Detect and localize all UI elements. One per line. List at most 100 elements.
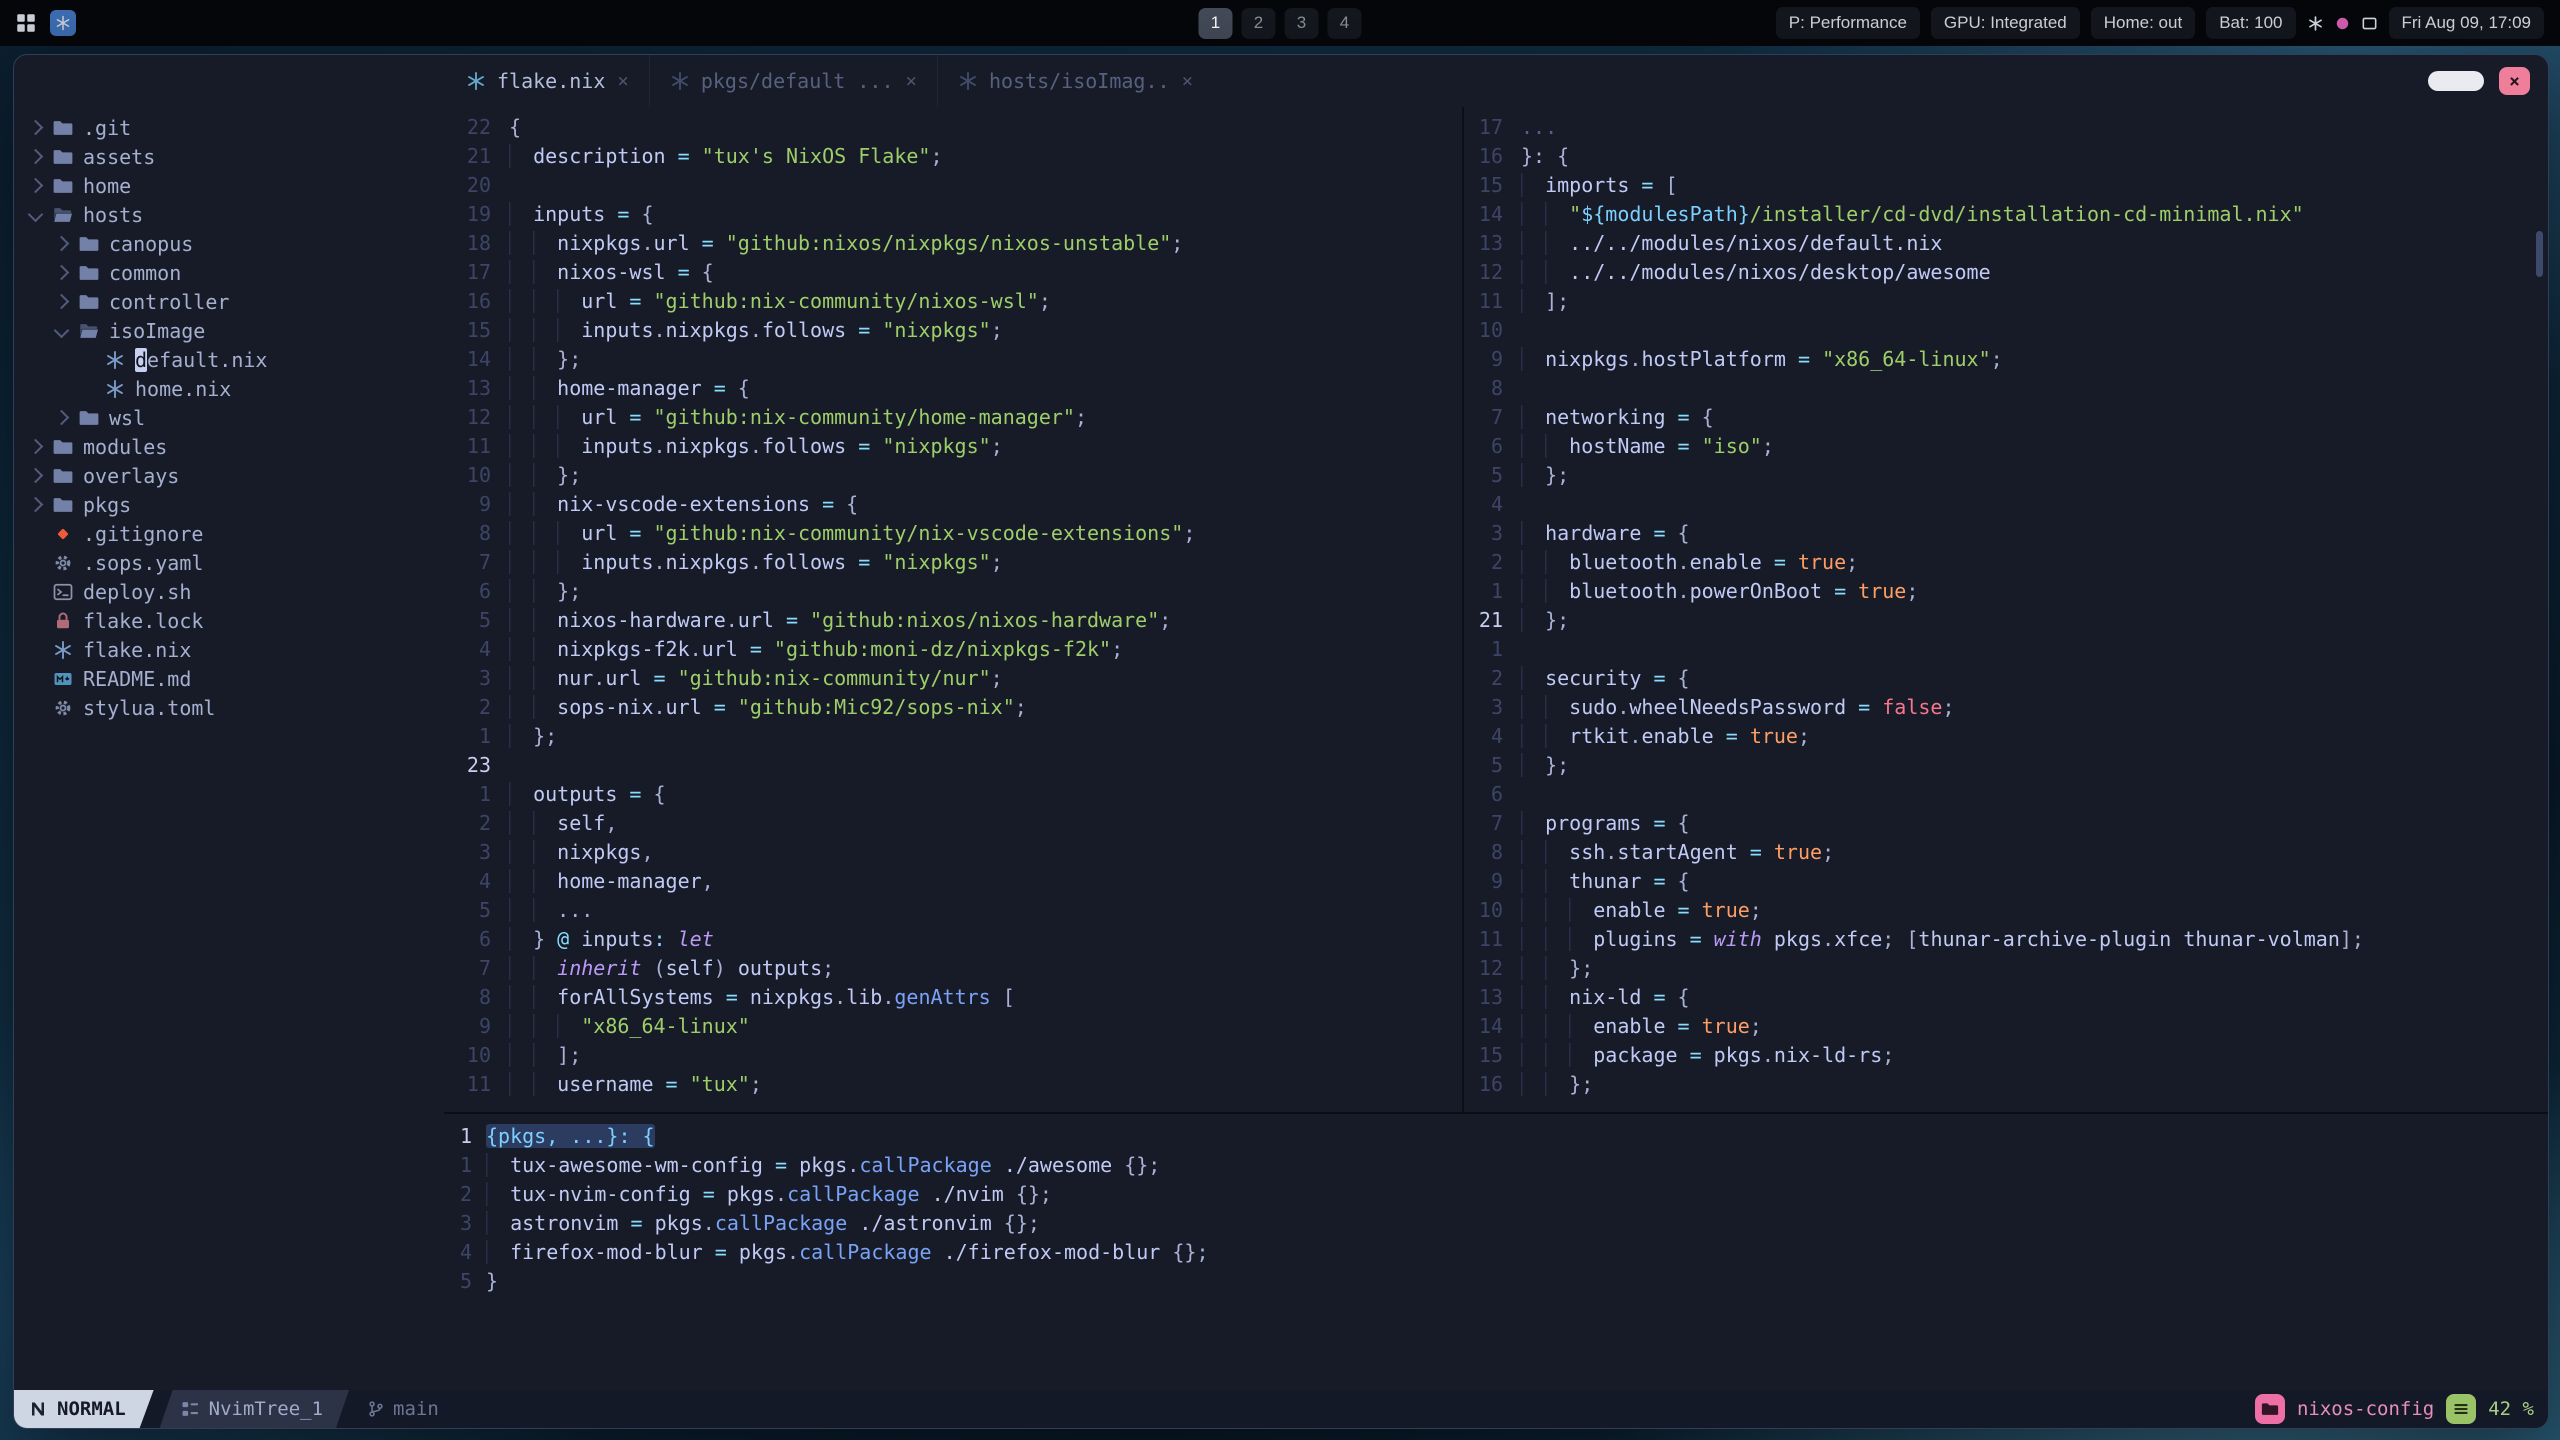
- code-line[interactable]: 19 inputs = {: [444, 200, 1462, 229]
- code-line[interactable]: 9 nix-vscode-extensions = {: [444, 490, 1462, 519]
- code-line[interactable]: 1 bluetooth.powerOnBoot = true;: [1464, 577, 2548, 606]
- code-line[interactable]: 7 inherit (self) outputs;: [444, 954, 1462, 983]
- code-line[interactable]: 5 };: [1464, 751, 2548, 780]
- editor-pane-iso-image[interactable]: 17... 16}: {15 imports = [14 "${modulesPa…: [1464, 107, 2548, 1112]
- code-line[interactable]: 13 home-manager = {: [444, 374, 1462, 403]
- tree-item-.git[interactable]: .git: [14, 113, 444, 142]
- code-line[interactable]: 16 url = "github:nix-community/nixos-wsl…: [444, 287, 1462, 316]
- code-line[interactable]: 2 sops-nix.url = "github:Mic92/sops-nix"…: [444, 693, 1462, 722]
- code-line[interactable]: 3 hardware = {: [1464, 519, 2548, 548]
- code-line[interactable]: 4 home-manager,: [444, 867, 1462, 896]
- code-line[interactable]: 3 sudo.wheelNeedsPassword = false;: [1464, 693, 2548, 722]
- code-line[interactable]: 14 enable = true;: [1464, 1012, 2548, 1041]
- code-line[interactable]: 16}: {: [1464, 142, 2548, 171]
- code-line[interactable]: 7 inputs.nixpkgs.follows = "nixpkgs";: [444, 548, 1462, 577]
- tree-item-.gitignore[interactable]: .gitignore: [14, 519, 444, 548]
- code-line[interactable]: 1 };: [444, 722, 1462, 751]
- tree-item-isoImage[interactable]: isoImage: [14, 316, 444, 345]
- code-line[interactable]: 17 nixos-wsl = {: [444, 258, 1462, 287]
- tree-item-canopus[interactable]: canopus: [14, 229, 444, 258]
- file-explorer[interactable]: .git assets home hosts canopus common controll…: [14, 107, 444, 1390]
- tree-item-home[interactable]: home: [14, 171, 444, 200]
- tree-item-README.md[interactable]: README.md: [14, 664, 444, 693]
- tree-item-home.nix[interactable]: home.nix: [14, 374, 444, 403]
- code-line[interactable]: 10 ];: [444, 1041, 1462, 1070]
- tree-item-wsl[interactable]: wsl: [14, 403, 444, 432]
- tab-close-icon[interactable]: ×: [905, 70, 916, 92]
- workspace-button-3[interactable]: 3: [1284, 7, 1319, 39]
- tree-item-flake.lock[interactable]: flake.lock: [14, 606, 444, 635]
- tab-close-icon[interactable]: ×: [617, 70, 628, 92]
- editor-pane-pkgs-default[interactable]: 1 {pkgs, ...}: {1 tux-awesome-wm-config =…: [444, 1112, 2548, 1390]
- code-line[interactable]: 5 ...: [444, 896, 1462, 925]
- fan-icon[interactable]: [2307, 15, 2324, 32]
- titlebar-close-button[interactable]: ×: [2499, 67, 2530, 95]
- tree-item-controller[interactable]: controller: [14, 287, 444, 316]
- code-line[interactable]: 10 };: [444, 461, 1462, 490]
- tree-item-stylua.toml[interactable]: stylua.toml: [14, 693, 444, 722]
- buffer-tab-2[interactable]: pkgs/default ... ×: [648, 55, 937, 107]
- code-line[interactable]: 16 };: [1464, 1070, 2548, 1099]
- code-line[interactable]: 3 nixpkgs,: [444, 838, 1462, 867]
- code-line[interactable]: 4 nixpkgs-f2k.url = "github:moni-dz/nixp…: [444, 635, 1462, 664]
- code-line[interactable]: 13 nix-ld = {: [1464, 983, 2548, 1012]
- code-line[interactable]: 5 nixos-hardware.url = "github:nixos/nix…: [444, 606, 1462, 635]
- code-line[interactable]: 22 {: [444, 113, 1462, 142]
- code-line[interactable]: 8 forAllSystems = nixpkgs.lib.genAttrs [: [444, 983, 1462, 1012]
- code-line[interactable]: 2 self,: [444, 809, 1462, 838]
- code-line[interactable]: 21 };: [1464, 606, 2548, 635]
- app-launcher-icon[interactable]: [16, 13, 36, 33]
- code-line[interactable]: 14 };: [444, 345, 1462, 374]
- code-line[interactable]: 6: [1464, 780, 2548, 809]
- code-line[interactable]: 8 ssh.startAgent = true;: [1464, 838, 2548, 867]
- buffer-tab-1[interactable]: flake.nix ×: [446, 55, 649, 107]
- buffer-tab-3[interactable]: hosts/isoImag.. ×: [936, 55, 1213, 107]
- code-line[interactable]: 6 } @ inputs: let: [444, 925, 1462, 954]
- code-line[interactable]: 11 ];: [1464, 287, 2548, 316]
- tree-item-deploy.sh[interactable]: deploy.sh: [14, 577, 444, 606]
- code-line[interactable]: 7 programs = {: [1464, 809, 2548, 838]
- code-line[interactable]: 5 };: [1464, 461, 2548, 490]
- distro-menu-icon[interactable]: [50, 10, 76, 36]
- code-line[interactable]: 17...: [1464, 113, 2548, 142]
- tree-item-hosts[interactable]: hosts: [14, 200, 444, 229]
- code-line[interactable]: 8 url = "github:nix-community/nix-vscode…: [444, 519, 1462, 548]
- code-line[interactable]: 4 rtkit.enable = true;: [1464, 722, 2548, 751]
- code-line[interactable]: 1: [1464, 635, 2548, 664]
- editor-pane-flake[interactable]: 22{21 description = "tux's NixOS Flake";…: [444, 107, 1464, 1112]
- workspace-button-1[interactable]: 1: [1198, 7, 1233, 39]
- code-line[interactable]: 2 security = {: [1464, 664, 2548, 693]
- code-line[interactable]: 4 firefox-mod-blur = pkgs.callPackage ./…: [444, 1238, 2548, 1267]
- code-line[interactable]: 14 "${modulesPath}/installer/cd-dvd/inst…: [1464, 200, 2548, 229]
- tree-item-modules[interactable]: modules: [14, 432, 444, 461]
- code-line[interactable]: 4: [1464, 490, 2548, 519]
- code-line[interactable]: 1 outputs = {: [444, 780, 1462, 809]
- tree-item-overlays[interactable]: overlays: [14, 461, 444, 490]
- code-line[interactable]: 15 imports = [: [1464, 171, 2548, 200]
- scrollbar-indicator[interactable]: [2536, 231, 2543, 277]
- code-line[interactable]: 18 nixpkgs.url = "github:nixos/nixpkgs/n…: [444, 229, 1462, 258]
- code-line[interactable]: 15 package = pkgs.nix-ld-rs;: [1464, 1041, 2548, 1070]
- code-line[interactable]: 9 "x86_64-linux": [444, 1012, 1462, 1041]
- tree-item-pkgs[interactable]: pkgs: [14, 490, 444, 519]
- code-line[interactable]: 3 astronvim = pkgs.callPackage ./astronv…: [444, 1209, 2548, 1238]
- code-line[interactable]: 10: [1464, 316, 2548, 345]
- code-line[interactable]: 6 };: [444, 577, 1462, 606]
- code-line[interactable]: 2 tux-nvim-config = pkgs.callPackage ./n…: [444, 1180, 2548, 1209]
- tray-window-icon[interactable]: [2361, 15, 2378, 32]
- code-line[interactable]: 3 nur.url = "github:nix-community/nur";: [444, 664, 1462, 693]
- code-line[interactable]: 11 plugins = with pkgs.xfce; [thunar-arc…: [1464, 925, 2548, 954]
- color-dot-icon[interactable]: [2334, 15, 2351, 32]
- code-line[interactable]: 12 url = "github:nix-community/home-mana…: [444, 403, 1462, 432]
- code-line[interactable]: 20: [444, 171, 1462, 200]
- code-line[interactable]: 13 ../../modules/nixos/default.nix: [1464, 229, 2548, 258]
- code-line[interactable]: 9 thunar = {: [1464, 867, 2548, 896]
- workspace-button-4[interactable]: 4: [1327, 7, 1362, 39]
- code-line[interactable]: 10 enable = true;: [1464, 896, 2548, 925]
- tree-item-flake.nix[interactable]: flake.nix: [14, 635, 444, 664]
- code-line[interactable]: 23: [444, 751, 1462, 780]
- code-line[interactable]: 6 hostName = "iso";: [1464, 432, 2548, 461]
- titlebar-toggle-button[interactable]: [2428, 71, 2484, 91]
- code-line[interactable]: 1 tux-awesome-wm-config = pkgs.callPacka…: [444, 1151, 2548, 1180]
- tree-item-common[interactable]: common: [14, 258, 444, 287]
